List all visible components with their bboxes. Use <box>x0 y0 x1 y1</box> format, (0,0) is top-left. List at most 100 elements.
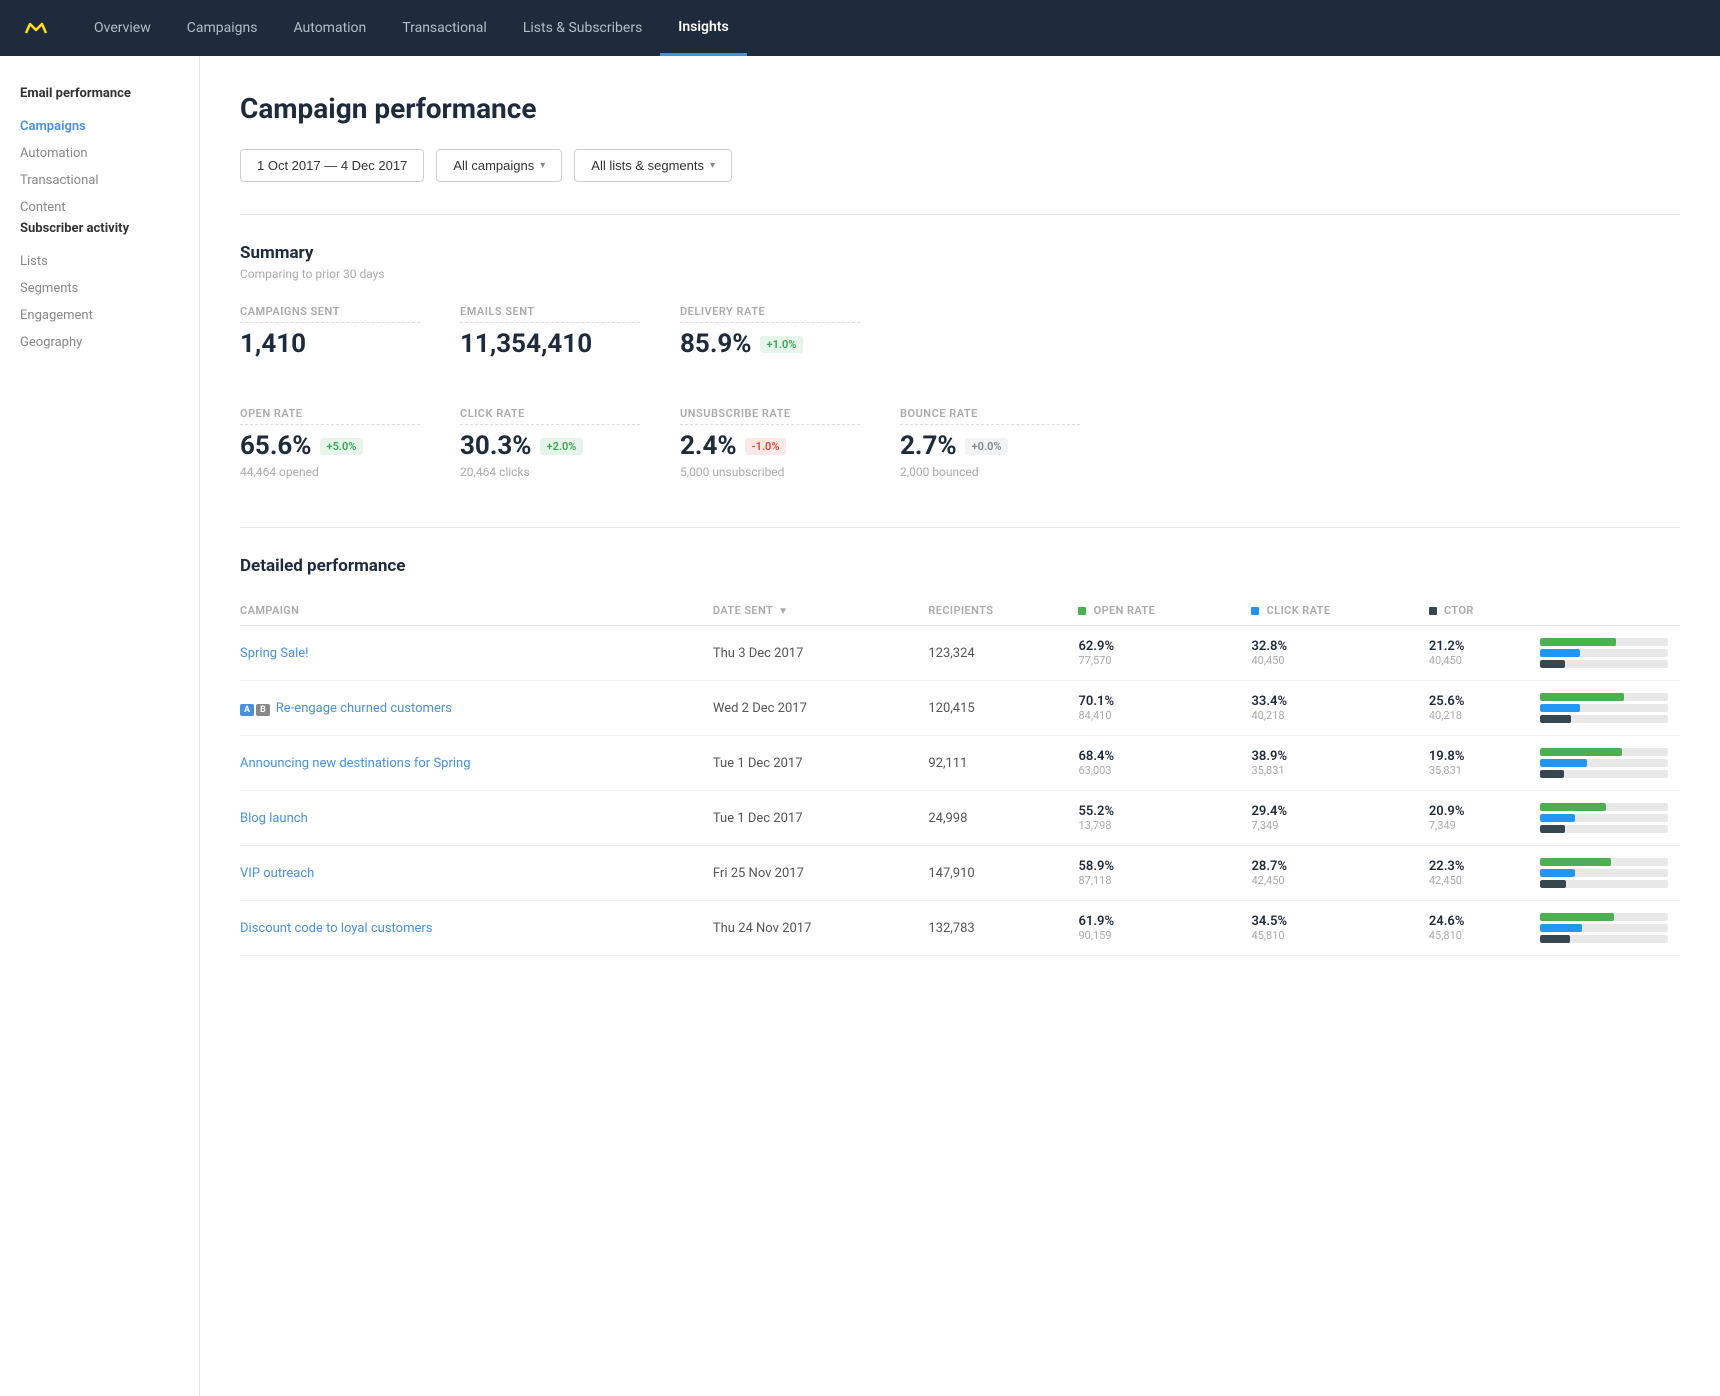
click-rate-bar <box>1540 869 1575 877</box>
stat-open-rate-label: OPEN RATE <box>240 407 420 425</box>
open-rate-bar-bg <box>1540 858 1668 866</box>
stat-click-rate-sub: 20,464 clicks <box>460 465 640 479</box>
sidebar-item-content[interactable]: Content <box>20 194 179 221</box>
filters-row: 1 Oct 2017 — 4 Dec 2017 All campaigns ▾ … <box>240 149 1680 182</box>
th-bars <box>1540 596 1680 626</box>
open-rate-bar-row <box>1540 748 1668 756</box>
delivery-rate-badge: +1.0% <box>760 336 804 353</box>
open-rate-dot-icon <box>1078 607 1086 615</box>
open-rate-cell: 61.9%90,159 <box>1078 901 1251 956</box>
ctor-cell: 20.9%7,349 <box>1429 791 1540 846</box>
click-rate-bar <box>1540 649 1580 657</box>
ctor-bar-row <box>1540 715 1668 723</box>
click-rate-bar-row <box>1540 924 1668 932</box>
bar-chart-cell <box>1540 681 1680 736</box>
click-rate-cell: 38.9%35,831 <box>1251 736 1428 791</box>
nav-item-campaigns[interactable]: Campaigns <box>169 0 276 56</box>
campaign-name-cell: VIP outreach <box>240 846 713 901</box>
ctor-bar-bg <box>1540 935 1668 943</box>
ctor-bar-bg <box>1540 825 1668 833</box>
campaign-link[interactable]: Re-engage churned customers <box>276 701 452 716</box>
stat-open-rate-value: 65.6% +5.0% <box>240 431 420 461</box>
th-date-sent[interactable]: DATE SENT ▼ <box>713 596 928 626</box>
nav-item-transactional[interactable]: Transactional <box>384 0 505 56</box>
open-rate-cell: 62.9%77,570 <box>1078 626 1251 681</box>
click-rate-bar-row <box>1540 869 1668 877</box>
ctor-count: 7,349 <box>1429 819 1528 832</box>
campaign-link[interactable]: Spring Sale! <box>240 646 309 661</box>
ctor-bar-row <box>1540 660 1668 668</box>
th-open-rate: OPEN RATE <box>1078 596 1251 626</box>
ctor-count: 45,810 <box>1429 929 1528 942</box>
date-sent-cell: Thu 3 Dec 2017 <box>713 626 928 681</box>
ctor-bar-row <box>1540 935 1668 943</box>
open-rate-value: 55.2% <box>1078 804 1239 819</box>
open-rate-bar-row <box>1540 913 1668 921</box>
click-rate-value: 32.8% <box>1251 639 1416 654</box>
open-count: 87,118 <box>1078 874 1239 887</box>
campaign-link[interactable]: VIP outreach <box>240 866 314 881</box>
date-sent-cell: Fri 25 Nov 2017 <box>713 846 928 901</box>
click-rate-bar-row <box>1540 814 1668 822</box>
mini-bar-group <box>1540 913 1668 943</box>
date-sent-cell: Tue 1 Dec 2017 <box>713 791 928 846</box>
ctor-value: 21.2% <box>1429 639 1528 654</box>
click-rate-value: 28.7% <box>1251 859 1416 874</box>
campaign-filter[interactable]: All campaigns ▾ <box>436 149 562 182</box>
open-rate-bar <box>1540 748 1622 756</box>
nav-item-insights[interactable]: Insights <box>660 0 746 56</box>
sidebar-item-transactional[interactable]: Transactional <box>20 167 179 194</box>
sidebar-item-geography[interactable]: Geography <box>20 329 179 356</box>
stat-unsub-rate-sub: 5,000 unsubscribed <box>680 465 860 479</box>
date-range-filter[interactable]: 1 Oct 2017 — 4 Dec 2017 <box>240 149 424 182</box>
click-rate-cell: 32.8%40,450 <box>1251 626 1428 681</box>
ctor-bar <box>1540 770 1564 778</box>
sidebar-item-campaigns[interactable]: Campaigns <box>20 113 179 140</box>
ab-a-icon: A <box>240 704 254 716</box>
click-rate-value: 34.5% <box>1251 914 1416 929</box>
logo[interactable] <box>20 16 52 40</box>
stats-row1: CAMPAIGNS SENT 1,410 EMAILS SENT 11,354,… <box>240 305 1680 379</box>
ctor-bar <box>1540 935 1570 943</box>
open-rate-bar-row <box>1540 638 1668 646</box>
table-row: Spring Sale!Thu 3 Dec 2017123,32462.9%77… <box>240 626 1680 681</box>
campaign-link[interactable]: Blog launch <box>240 811 308 826</box>
open-rate-cell: 55.2%13,798 <box>1078 791 1251 846</box>
stat-click-rate: CLICK RATE 30.3% +2.0% 20,464 clicks <box>460 407 640 499</box>
click-rate-value: 38.9% <box>1251 749 1416 764</box>
segment-filter-value: All lists & segments <box>591 158 704 173</box>
click-count: 40,450 <box>1251 654 1416 667</box>
segment-filter[interactable]: All lists & segments ▾ <box>574 149 732 182</box>
sidebar-item-lists[interactable]: Lists <box>20 248 179 275</box>
ctor-value: 20.9% <box>1429 804 1528 819</box>
table-row: Blog launch Tue 1 Dec 201724,99855.2%13,7… <box>240 791 1680 846</box>
mini-bar-group <box>1540 748 1668 778</box>
ctor-bar <box>1540 660 1565 668</box>
sidebar-section-title-email: Email performance <box>20 86 179 101</box>
th-click-rate: CLICK RATE <box>1251 596 1428 626</box>
open-rate-cell: 58.9%87,118 <box>1078 846 1251 901</box>
bar-chart-cell <box>1540 901 1680 956</box>
sidebar-item-segments[interactable]: Segments <box>20 275 179 302</box>
stat-emails-sent-value: 11,354,410 <box>460 329 640 359</box>
open-rate-bar <box>1540 693 1624 701</box>
bar-chart-cell <box>1540 791 1680 846</box>
campaign-link[interactable]: Announcing new destinations for Spring <box>240 756 471 771</box>
click-rate-bar-bg <box>1540 649 1668 657</box>
detailed-section: Detailed performance CAMPAIGN DATE SENT … <box>240 556 1680 956</box>
open-rate-bar-bg <box>1540 803 1668 811</box>
stat-campaigns-sent-value: 1,410 <box>240 329 420 359</box>
table-row: Announcing new destinations for SpringTu… <box>240 736 1680 791</box>
campaign-link[interactable]: Discount code to loyal customers <box>240 921 433 936</box>
click-rate-bar-bg <box>1540 869 1668 877</box>
click-rate-cell: 29.4%7,349 <box>1251 791 1428 846</box>
chevron-down-icon: ▾ <box>540 160 545 171</box>
nav-item-automation[interactable]: Automation <box>275 0 384 56</box>
nav-item-overview[interactable]: Overview <box>76 0 169 56</box>
ctor-count: 35,831 <box>1429 764 1528 777</box>
ctor-cell: 22.3%42,450 <box>1429 846 1540 901</box>
nav-item-lists-subscribers[interactable]: Lists & Subscribers <box>505 0 660 56</box>
sidebar-item-engagement[interactable]: Engagement <box>20 302 179 329</box>
sidebar-item-automation[interactable]: Automation <box>20 140 179 167</box>
recipients-cell: 24,998 <box>928 791 1078 846</box>
